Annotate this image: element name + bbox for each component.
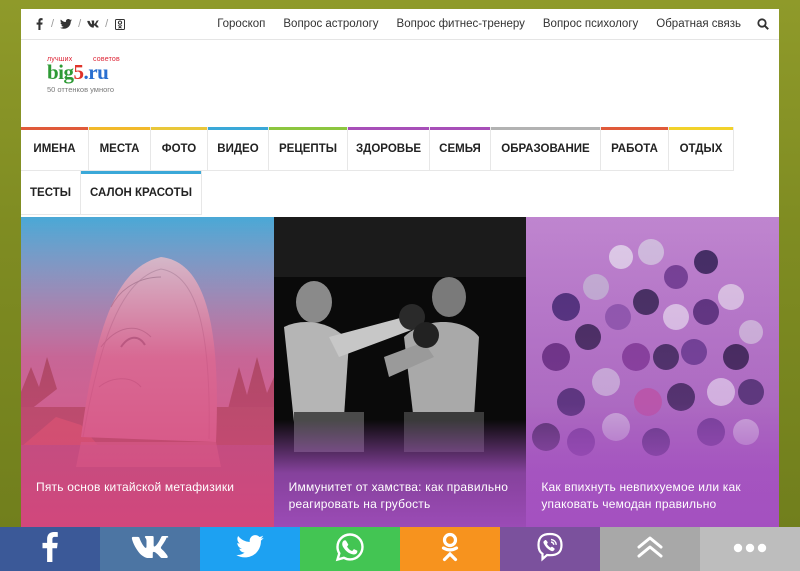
logo-number: 5: [73, 60, 85, 84]
nav-label: СЕМЬЯ: [439, 142, 481, 155]
nav-item-leisure[interactable]: ОТДЫХ: [669, 127, 734, 171]
facebook-share-button[interactable]: [0, 527, 100, 571]
odnoklassniki-share-button[interactable]: [400, 527, 500, 571]
topbar: / / / Гороскоп Вопрос астрологу Вопрос ф…: [21, 9, 779, 40]
nav-color-bar: [151, 127, 207, 130]
nav-label: РЕЦЕПТЫ: [279, 142, 337, 155]
separator: /: [105, 18, 109, 30]
search-icon[interactable]: [757, 18, 769, 30]
nav-label: ОБРАЗОВАНИЕ: [501, 142, 590, 155]
nav-item-recipes[interactable]: РЕЦЕПТЫ: [269, 127, 348, 171]
separator: /: [78, 18, 82, 30]
twitter-share-button[interactable]: [200, 527, 300, 571]
vk-share-button[interactable]: [100, 527, 200, 571]
odnoklassniki-icon[interactable]: [114, 18, 126, 30]
whatsapp-share-icon: [335, 532, 365, 567]
post-title[interactable]: Пять основ китайской метафизики: [21, 471, 274, 529]
post-card[interactable]: Пять основ китайской метафизики: [21, 217, 274, 529]
nav-label: МЕСТА: [99, 142, 140, 155]
nav-label: ОТДЫХ: [679, 142, 723, 155]
nav-label: РАБОТА: [611, 142, 658, 155]
nav-item-education[interactable]: ОБРАЗОВАНИЕ: [491, 127, 601, 171]
post-title[interactable]: Иммунитет от хамства: как правильно реаг…: [274, 471, 527, 529]
nav-label: ТЕСТЫ: [30, 186, 71, 199]
vk-icon[interactable]: [87, 18, 99, 30]
facebook-share-icon: [42, 531, 58, 567]
viber-share-button[interactable]: [500, 527, 600, 571]
nav-item-photo[interactable]: ФОТО: [151, 127, 208, 171]
vk-share-icon: [131, 535, 169, 563]
odnoklassniki-share-icon: [441, 532, 459, 567]
viber-share-icon: [534, 531, 566, 568]
featured-posts: Пять основ китайской метафизики Иммуните…: [21, 217, 779, 529]
nav-color-bar: [669, 127, 733, 130]
nav-color-bar: [601, 127, 668, 130]
nav-row-2: ТЕСТЫ САЛОН КРАСОТЫ: [21, 171, 779, 215]
twitter-share-icon: [236, 535, 264, 563]
nav-color-bar: [89, 127, 150, 130]
nav-label: ВИДЕО: [217, 142, 259, 155]
main-nav: ИМЕНА МЕСТА ФОТО ВИДЕО РЕЦЕПТЫ ЗДОРОВЬЕ …: [21, 127, 779, 215]
site-header: лучших советов big5.ru 50 оттенков умног…: [21, 40, 779, 127]
separator: /: [51, 18, 55, 30]
post-card[interactable]: Иммунитет от хамства: как правильно реаг…: [273, 217, 527, 529]
link-horoscope[interactable]: Гороскоп: [217, 18, 265, 30]
nav-color-bar: [269, 127, 347, 130]
nav-color-bar: [81, 171, 201, 174]
nav-row-1: ИМЕНА МЕСТА ФОТО ВИДЕО РЕЦЕПТЫ ЗДОРОВЬЕ …: [21, 127, 779, 171]
nav-color-bar: [491, 127, 600, 130]
link-feedback[interactable]: Обратная связь: [656, 18, 741, 30]
nav-item-work[interactable]: РАБОТА: [601, 127, 669, 171]
nav-color-bar: [21, 171, 80, 174]
whatsapp-share-button[interactable]: [300, 527, 400, 571]
facebook-icon[interactable]: [33, 18, 45, 30]
more-icon: [733, 540, 767, 558]
nav-item-beauty-salon[interactable]: САЛОН КРАСОТЫ: [81, 171, 202, 215]
link-ask-fitness-trainer[interactable]: Вопрос фитнес-тренеру: [397, 18, 525, 30]
nav-color-bar: [21, 127, 88, 130]
nav-item-tests[interactable]: ТЕСТЫ: [21, 171, 81, 215]
post-title[interactable]: Как впихнуть невпихуемое или как упакова…: [526, 471, 779, 529]
nav-item-places[interactable]: МЕСТА: [89, 127, 151, 171]
page: / / / Гороскоп Вопрос астрологу Вопрос ф…: [21, 9, 779, 529]
nav-color-bar: [208, 127, 268, 130]
logo-big: big: [47, 60, 74, 84]
share-bar: [0, 527, 800, 571]
nav-label: ИМЕНА: [33, 142, 76, 155]
nav-label: ЗДОРОВЬЕ: [355, 142, 422, 155]
top-links: Гороскоп Вопрос астрологу Вопрос фитнес-…: [199, 18, 769, 30]
nav-color-bar: [430, 127, 490, 130]
nav-label: ФОТО: [161, 142, 197, 155]
nav-item-family[interactable]: СЕМЬЯ: [430, 127, 491, 171]
nav-item-health[interactable]: ЗДОРОВЬЕ: [348, 127, 430, 171]
nav-item-video[interactable]: ВИДЕО: [208, 127, 269, 171]
post-card[interactable]: Как впихнуть невпихуемое или как упакова…: [526, 217, 779, 529]
logo-wordmark: big5.ru: [47, 60, 109, 85]
logo-tagline: 50 оттенков умного: [47, 85, 115, 94]
link-ask-psychologist[interactable]: Вопрос психологу: [543, 18, 638, 30]
social-links: / / /: [33, 18, 126, 30]
scroll-up-button[interactable]: [600, 527, 700, 571]
site-logo[interactable]: лучших советов big5.ru 50 оттенков умног…: [47, 56, 137, 96]
nav-item-names[interactable]: ИМЕНА: [21, 127, 89, 171]
nav-label: САЛОН КРАСОТЫ: [90, 186, 192, 199]
twitter-icon[interactable]: [60, 18, 73, 30]
link-ask-astrologer[interactable]: Вопрос астрологу: [283, 18, 378, 30]
nav-color-bar: [348, 127, 429, 130]
logo-domain: .ru: [83, 60, 109, 84]
scroll-up-icon: [637, 535, 663, 564]
more-button[interactable]: [700, 527, 800, 571]
